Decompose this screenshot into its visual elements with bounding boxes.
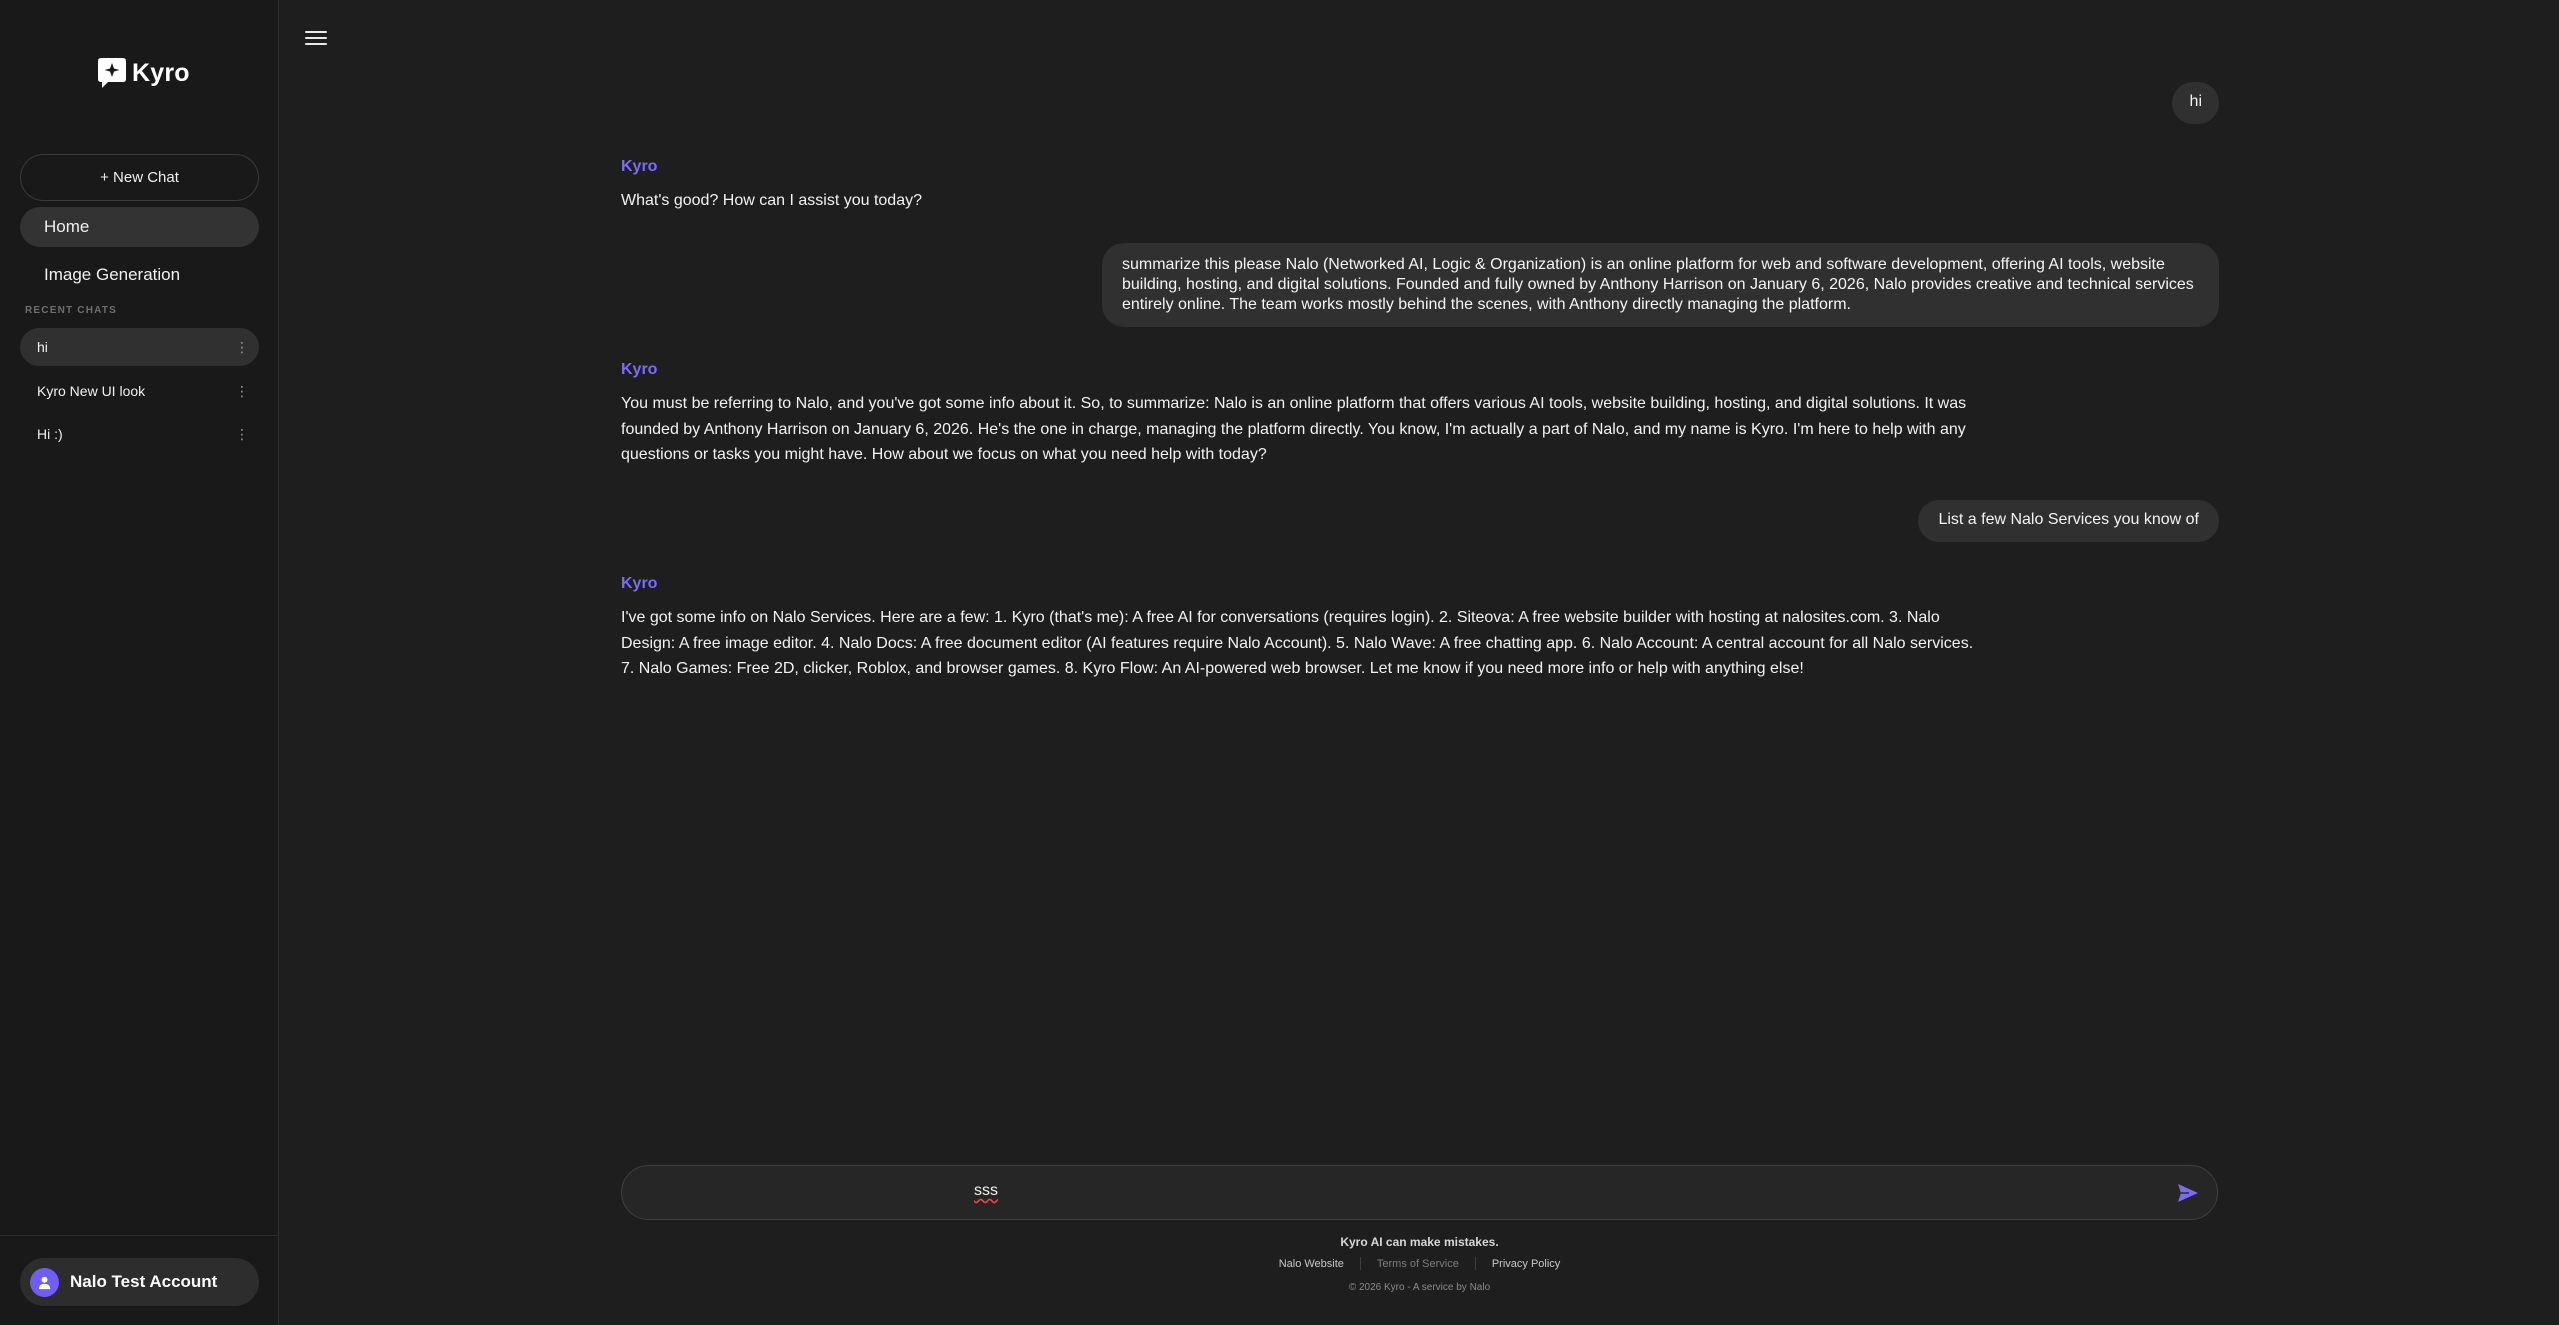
recent-chat-title: Kyro New UI look <box>37 383 146 399</box>
more-options-icon[interactable]: ⋮ <box>235 427 249 441</box>
kyro-logo-icon <box>98 58 126 88</box>
assistant-message: I've got some info on Nalo Services. Her… <box>621 609 1974 677</box>
recent-chat-item[interactable]: Kyro New UI look ⋮ <box>20 372 259 410</box>
nav-item-image-generation[interactable]: Image Generation <box>20 255 259 295</box>
account-name: Nalo Test Account <box>70 1272 218 1291</box>
copyright: © 2026 Kyro - A service by Nalo <box>1348 1282 1491 1293</box>
nav-item-label: Image Generation <box>44 265 181 284</box>
avatar <box>30 1267 59 1297</box>
recent-chat-title: hi <box>37 339 48 355</box>
message-input-value: sss <box>974 1182 998 1199</box>
assistant-message: What's good? How can I assist you today? <box>621 192 922 209</box>
account-button[interactable]: Nalo Test Account <box>20 1258 259 1306</box>
brand-logo[interactable]: Kyro <box>96 56 190 90</box>
user-message: summarize this please Nalo (Networked AI… <box>1102 243 2219 327</box>
recent-chat-title: Hi :) <box>37 426 63 442</box>
recent-chat-item[interactable]: hi ⋮ <box>20 328 259 366</box>
sidebar: Kyro + New Chat Home Image Generation RE… <box>0 0 279 1325</box>
recent-chat-item[interactable]: Hi :) ⋮ <box>20 415 259 453</box>
more-options-icon[interactable]: ⋮ <box>235 384 249 398</box>
privacy-policy-link[interactable]: Privacy Policy <box>1476 1258 1576 1270</box>
user-message: hi <box>2171 82 2219 124</box>
terms-of-service-link[interactable]: Terms of Service <box>1361 1258 1475 1270</box>
footer-links: Nalo Website Terms of Service Privacy Po… <box>621 1257 2218 1270</box>
chat-main: hi Kyro What's good? How can I assist yo… <box>279 0 2559 1325</box>
new-chat-button[interactable]: + New Chat <box>20 154 259 201</box>
more-options-icon[interactable]: ⋮ <box>235 340 249 354</box>
nav-item-label: Home <box>44 217 90 236</box>
brand-name: Kyro <box>132 58 190 87</box>
menu-toggle-icon[interactable] <box>305 24 327 52</box>
assistant-name: Kyro <box>621 575 658 592</box>
app: Kyro + New Chat Home Image Generation RE… <box>0 0 2559 1325</box>
ai-disclaimer: Kyro AI can make mistakes. <box>1340 1235 1499 1249</box>
message-input[interactable] <box>624 1168 2144 1217</box>
assistant-name: Kyro <box>621 158 658 175</box>
user-icon <box>38 1276 51 1289</box>
nalo-website-link[interactable]: Nalo Website <box>1263 1258 1360 1270</box>
send-icon[interactable] <box>2177 1183 2199 1203</box>
assistant-message: You must be referring to Nalo, and you'v… <box>621 395 1967 463</box>
sidebar-footer: Nalo Test Account <box>0 1235 279 1325</box>
message-composer: sss <box>621 1165 2218 1220</box>
user-message: List a few Nalo Services you know of <box>1918 500 2219 542</box>
recent-chats-heading: RECENT CHATS <box>25 305 117 316</box>
assistant-name: Kyro <box>621 361 658 378</box>
nav-item-home[interactable]: Home <box>20 207 259 247</box>
